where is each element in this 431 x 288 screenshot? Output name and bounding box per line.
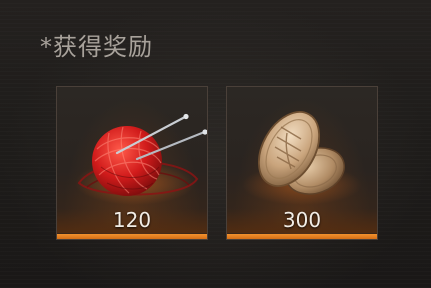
- reward-count: 120: [112, 208, 152, 232]
- red-yarn-ball-icon: [75, 113, 207, 205]
- rewards-title: *获得奖励: [40, 33, 153, 61]
- oval-gold-coins-icon: [242, 111, 362, 205]
- accent-underline: [57, 234, 207, 239]
- reward-item-yarn[interactable]: 120: [56, 86, 208, 240]
- accent-underline: [227, 234, 377, 239]
- reward-item-coins[interactable]: 300: [226, 86, 378, 240]
- reward-count: 300: [282, 208, 322, 232]
